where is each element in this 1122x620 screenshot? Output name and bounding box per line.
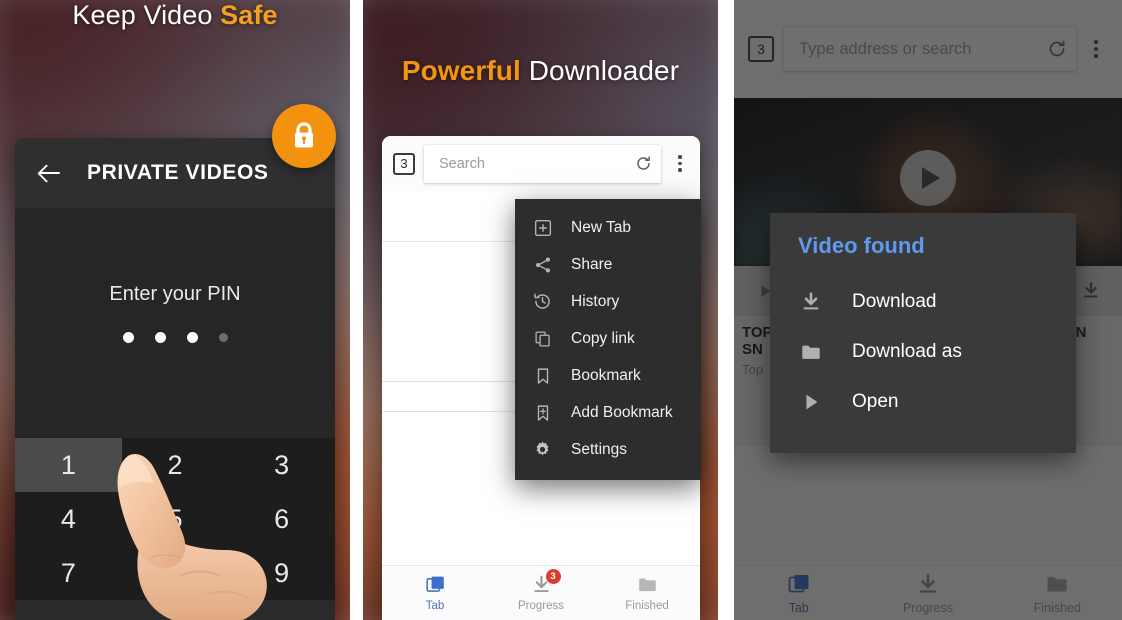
back-arrow-icon[interactable] [39,162,61,184]
headline-left: Keep Video Safe [0,0,350,31]
dialog-item-download-as[interactable]: Download as [770,327,1076,377]
nav-label-tab: Tab [425,600,445,612]
panel-separator [718,0,734,620]
screenshot-stage: Keep Video Safe PRIVATE VIDEOS Enter you… [0,0,1122,620]
download-icon: 3 [531,569,561,595]
keypad-key-7[interactable]: 7 [15,546,122,600]
pin-dot-filled [186,332,198,343]
menu-item-bookmark[interactable]: Bookmark [515,357,701,394]
bottom-nav-middle: Tab 3 Progress Finished [382,565,700,620]
keypad-key-9[interactable]: 9 [228,546,335,600]
pin-dot-filled [122,332,134,343]
menu-item-new-tab[interactable]: New Tab [515,209,701,246]
history-icon [533,292,552,311]
menu-label-add-bookmark: Add Bookmark [571,403,673,421]
dialog-item-download[interactable]: Download [770,277,1076,327]
keypad-key-1[interactable]: 1 [15,438,122,492]
share-icon [533,255,552,274]
browser-toolbar: 3 Search [382,136,700,191]
panel-private-videos: Keep Video Safe PRIVATE VIDEOS Enter you… [0,0,350,620]
keypad-key-6[interactable]: 6 [228,492,335,546]
menu-label-history: History [571,292,620,310]
kebab-menu-icon[interactable] [670,155,690,172]
pin-dots [122,332,228,343]
nav-label-progress: Progress [517,600,565,612]
keypad-key-5[interactable]: 5 [122,492,229,546]
private-videos-card: PRIVATE VIDEOS Enter your PIN 1 2 3 4 5 … [15,138,335,620]
pin-dot-filled [154,332,166,343]
search-placeholder: Search [439,155,485,172]
tab-count-button[interactable]: 3 [393,152,415,175]
panel-video-found: 3 Type address or search [734,0,1122,620]
headline-middle-plain: Downloader [520,55,680,86]
gear-icon [533,440,552,459]
reload-icon[interactable] [635,155,652,172]
headline-left-accent: Safe [220,0,278,30]
download-icon [800,291,822,313]
menu-label-share: Share [571,255,613,273]
menu-label-new-tab: New Tab [571,218,632,236]
keypad-key-2[interactable]: 2 [122,438,229,492]
menu-item-settings[interactable]: Settings [515,431,701,468]
panel-separator [350,0,363,620]
headline-middle-accent: Powerful [401,55,521,86]
nav-item-tab[interactable]: Tab [382,566,488,620]
progress-badge: 3 [545,569,561,584]
video-found-dialog: Video found Download Download as Open [770,213,1076,453]
pin-keypad: 1 2 3 4 5 6 7 8 9 [15,438,335,600]
menu-label-copy-link: Copy link [571,329,635,347]
page-title: PRIVATE VIDEOS [87,161,269,184]
folder-icon [637,574,658,595]
nav-label-finished: Finished [625,600,669,612]
overflow-menu: New Tab Share History Copy link Bookmark… [515,199,701,480]
new-tab-icon [533,218,552,237]
menu-item-share[interactable]: Share [515,246,701,283]
pin-entry-area: Enter your PIN [15,208,335,438]
pin-dot-empty [218,333,228,342]
pin-prompt-label: Enter your PIN [109,283,241,305]
dialog-label-open: Open [852,391,899,412]
downloader-app: 3 Type address or search [734,0,1122,620]
search-input[interactable]: Search [424,144,661,183]
menu-item-copy-link[interactable]: Copy link [515,320,701,357]
menu-label-settings: Settings [571,440,628,458]
headline-middle: Powerful Downloader [363,55,718,87]
bookmark-icon [533,366,552,385]
keypad-key-8[interactable]: 8 [122,546,229,600]
dialog-label-download: Download [852,291,937,312]
menu-item-history[interactable]: History [515,283,701,320]
dialog-item-open[interactable]: Open [770,377,1076,427]
folder-icon [800,341,822,363]
menu-label-bookmark: Bookmark [571,366,641,384]
tabs-icon [425,574,446,595]
nav-item-progress[interactable]: 3 Progress [488,566,594,620]
lock-badge [272,104,336,168]
headline-left-plain: Keep Video [72,0,221,30]
dialog-label-download-as: Download as [852,341,962,362]
panel-downloader-menu: Powerful Downloader 3 Search Tab 3 Progr… [363,0,718,620]
lock-icon [295,122,313,148]
nav-item-finished[interactable]: Finished [594,566,700,620]
add-bookmark-icon [533,403,552,422]
dialog-title: Video found [798,233,925,258]
keypad-key-4[interactable]: 4 [15,492,122,546]
copy-icon [533,329,552,348]
play-icon [800,391,822,413]
keypad-key-3[interactable]: 3 [228,438,335,492]
menu-item-add-bookmark[interactable]: Add Bookmark [515,394,701,431]
